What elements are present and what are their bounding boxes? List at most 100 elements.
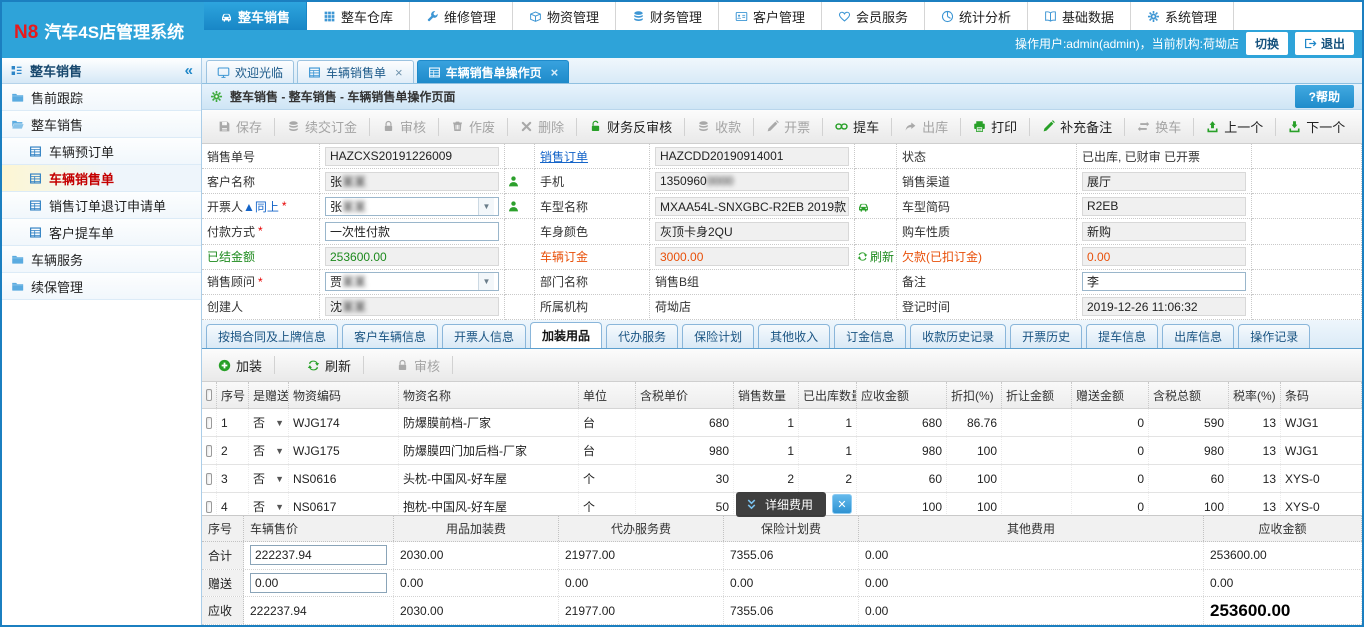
sidebar-item-vehicle-preorder[interactable]: 车辆预订单 [2,138,201,165]
tab-pickup-info[interactable]: 提车信息 [1086,324,1158,348]
same-as-above-link[interactable]: ▲同上 [243,198,279,215]
nav-tab-membership[interactable]: 会员服务 [822,2,925,30]
settled-amount-field[interactable]: 253600.00 [325,247,499,266]
nav-tab-materials[interactable]: 物资管理 [513,2,616,30]
col-discount: 折扣(%) [947,382,1002,408]
sale-order-link[interactable]: 销售订单 [540,148,588,165]
purchase-type-field[interactable]: 新购 [1082,222,1246,241]
tab-insurance-plan[interactable]: 保险计划 [682,324,754,348]
doc-tab-welcome[interactable]: 欢迎光临 [206,60,294,83]
model-code-field[interactable]: R2EB [1082,197,1246,216]
row-checkbox[interactable] [206,417,212,429]
table-row[interactable]: 1 否▼ WJG174 防爆膜前档-厂家 台 680 1 1 680 86.76… [202,409,1362,437]
person-lookup-icon[interactable] [507,200,520,213]
switch-org-button[interactable]: 切换 [1246,32,1288,55]
sales-advisor-select[interactable]: 贾某某▼ [325,272,499,291]
vehicle-price-gift-input[interactable]: 0.00 [250,573,387,593]
row-checkbox[interactable] [206,501,212,513]
refresh-deposit-button[interactable]: 刷新 [857,248,894,265]
toolbar-separator [274,356,275,374]
body-color-field[interactable]: 灰顶卡身2QU [655,222,849,241]
remark-field[interactable]: 李 [1082,272,1246,291]
chevron-down-icon[interactable]: ▼ [275,418,284,428]
add-accessory-button[interactable]: 加装 [208,351,272,380]
previous-record-button[interactable]: 上一个 [1196,112,1273,141]
nav-tab-vehicle-sales[interactable]: 整车销售 [204,2,307,30]
car-lookup-icon[interactable] [857,200,870,213]
sidebar-item-presale-tracking[interactable]: 售前跟踪 [2,84,201,111]
tab-invoice-history[interactable]: 开票历史 [1010,324,1082,348]
nav-tab-customers[interactable]: 客户管理 [719,2,822,30]
nav-tab-statistics[interactable]: 统计分析 [925,2,1028,30]
sum-col-receivable: 应收金额 [1204,516,1362,541]
department-label: 部门名称 [535,270,650,295]
sidebar-item-renewal-mgmt[interactable]: 续保管理 [2,273,201,300]
close-icon[interactable]: × [551,66,559,79]
box-icon [529,10,542,23]
double-chevron-down-icon [745,498,758,511]
add-remark-button[interactable]: 补充备注 [1032,112,1122,141]
pay-method-field[interactable]: 一次性付款 [325,222,499,241]
doc-tab-sale-order-list[interactable]: 车辆销售单× [297,60,414,83]
sidebar-item-customer-pickup[interactable]: 客户提车单 [2,219,201,246]
nav-tab-repair[interactable]: 维修管理 [410,2,513,30]
doc-tab-sale-order-page[interactable]: 车辆销售单操作页× [417,60,570,83]
creator-field[interactable]: 沈某某 [325,297,499,316]
creator-label: 创建人 [202,295,320,320]
tab-outbound-info[interactable]: 出库信息 [1162,324,1234,348]
person-lookup-icon[interactable] [507,175,520,188]
tab-deposit-info[interactable]: 订金信息 [834,324,906,348]
chevron-down-icon[interactable]: ▼ [275,474,284,484]
tab-invoicee-info[interactable]: 开票人信息 [442,324,526,348]
sidebar-item-vehicle-service[interactable]: 车辆服务 [2,246,201,273]
help-button[interactable]: ?帮助 [1295,85,1354,108]
next-record-button[interactable]: 下一个 [1278,112,1355,141]
nav-tab-system[interactable]: 系统管理 [1131,2,1234,30]
logout-button[interactable]: 退出 [1295,32,1354,55]
detail-fees-expander[interactable]: 详细费用 [736,492,826,517]
grid-refresh-button[interactable]: 刷新 [297,351,361,380]
sidebar-collapse-button[interactable]: « [185,62,193,79]
user-bar: 操作用户:admin(admin)，当前机构:荷坳店 切换 退出 [1015,32,1354,55]
tab-other-income[interactable]: 其他收入 [758,324,830,348]
sales-channel-field[interactable]: 展厅 [1082,172,1246,191]
table-icon [29,172,42,185]
close-icon[interactable]: × [395,66,403,79]
tab-operation-log[interactable]: 操作记录 [1238,324,1310,348]
row-checkbox[interactable] [206,473,212,485]
sidebar-item-vehicle-sales[interactable]: 整车销售 [2,111,201,138]
tab-payment-history[interactable]: 收款历史记录 [910,324,1006,348]
tab-addon-accessories[interactable]: 加装用品 [530,322,602,348]
chevron-down-icon[interactable]: ▼ [275,502,284,512]
tab-customer-vehicle-info[interactable]: 客户车辆信息 [342,324,438,348]
save-icon [218,120,231,133]
model-name-field[interactable]: MXAA54L-SNXGBC-R2EB 2019款 ( [655,197,849,216]
chevron-down-icon[interactable]: ▼ [478,273,494,290]
customer-name-field[interactable]: 张某某 [325,172,499,191]
vehicle-price-total-input[interactable]: 222237.94 [250,545,387,565]
tab-mortgage-plate-info[interactable]: 按揭合同及上牌信息 [206,324,338,348]
chevron-down-icon[interactable]: ▼ [275,446,284,456]
print-button[interactable]: 打印 [963,112,1027,141]
chevron-down-icon[interactable]: ▼ [478,198,494,215]
reg-time-field[interactable]: 2019-12-26 11:06:32 [1082,297,1246,316]
nav-tab-base-data[interactable]: 基础数据 [1028,2,1131,30]
row-checkbox[interactable] [206,445,212,457]
pickup-button[interactable]: 提车 [825,112,889,141]
phone-field[interactable]: 13509600000 [655,172,849,191]
overlay-close-button[interactable]: ✕ [832,494,852,514]
sale-no-field[interactable]: HAZCXS20191226009 [325,147,499,166]
finance-unaudit-button[interactable]: 财务反审核 [579,112,682,141]
tab-agency-services[interactable]: 代办服务 [606,324,678,348]
arrears-field[interactable]: 0.00 [1082,247,1246,266]
select-all-checkbox[interactable] [206,389,212,401]
nav-tab-vehicle-warehouse[interactable]: 整车仓库 [307,2,410,30]
table-row[interactable]: 2 否▼ WJG175 防爆膜四门加后档-厂家 台 980 1 1 980 10… [202,437,1362,465]
nav-tab-finance[interactable]: 财务管理 [616,2,719,30]
table-row[interactable]: 3 否▼ NS0616 头枕-中国风-好车屋 个 30 2 2 60 100 0… [202,465,1362,493]
sidebar-item-vehicle-sale-order[interactable]: 车辆销售单 [2,165,201,192]
invoicee-select[interactable]: 张某某▼ [325,197,499,216]
sale-order-field[interactable]: HAZCDD20190914001 [655,147,849,166]
sidebar-item-order-cancel-request[interactable]: 销售订单退订申请单 [2,192,201,219]
vehicle-deposit-field[interactable]: 3000.00 [655,247,849,266]
